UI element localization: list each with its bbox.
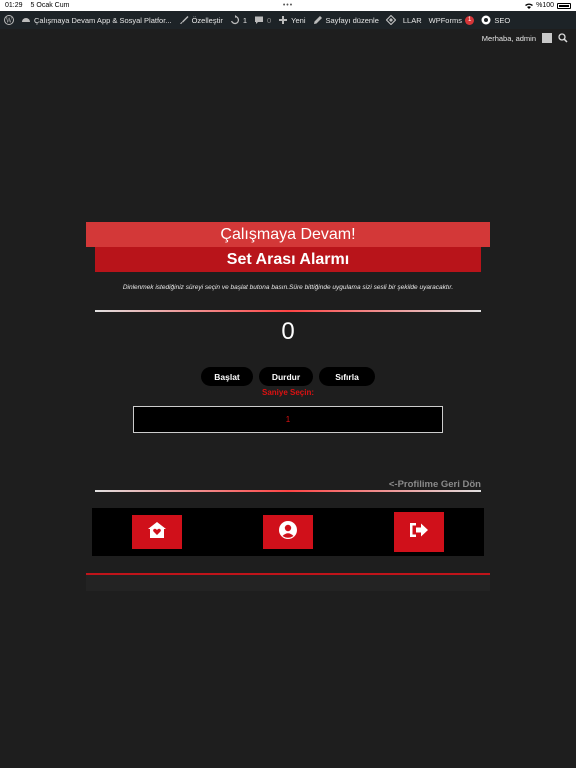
updates-count: 1 <box>242 15 247 25</box>
refresh-icon <box>230 15 240 25</box>
edit-page-label: Sayfayı düzenle <box>325 15 379 25</box>
logout-icon <box>408 521 430 544</box>
updates-link[interactable]: 1 <box>230 15 247 25</box>
avatar[interactable] <box>542 33 552 43</box>
logout-button[interactable] <box>394 512 444 552</box>
comments-link[interactable]: 0 <box>254 15 271 25</box>
llar-link[interactable]: LLAR <box>403 16 422 25</box>
page-subtitle: Set Arası Alarmı <box>226 250 350 268</box>
bottom-nav <box>92 508 484 556</box>
seo-link[interactable]: SEO <box>481 15 510 25</box>
seo-gear-icon <box>481 15 491 25</box>
instructions-text: Dinlenmek istediğiniz süreyi seçin ve ba… <box>122 284 454 291</box>
status-date: 5 Ocak Cum <box>30 2 70 9</box>
home-heart-icon <box>147 521 167 544</box>
brush-icon <box>179 15 189 25</box>
new-content-link[interactable]: Yeni <box>278 15 306 25</box>
wpforms-link[interactable]: WPForms 1 <box>428 15 475 25</box>
seconds-select[interactable]: 1 <box>133 406 443 433</box>
start-button[interactable]: Başlat <box>201 367 253 386</box>
battery-percent: %100 <box>536 2 554 9</box>
plus-icon <box>278 15 288 25</box>
seconds-select-value: 1 <box>285 415 291 424</box>
new-label: Yeni <box>291 15 306 25</box>
dashboard-icon <box>21 15 31 25</box>
wordpress-logo-icon: W <box>4 15 14 25</box>
stop-button[interactable]: Durdur <box>259 367 313 386</box>
battery-icon <box>557 2 571 9</box>
divider-top <box>95 310 481 312</box>
status-time: 01:29 <box>5 2 23 9</box>
wordpress-logo-button[interactable]: W <box>4 15 14 25</box>
search-icon[interactable] <box>558 33 568 43</box>
account-greeting[interactable]: Merhaba, admin <box>482 33 568 43</box>
reset-button[interactable]: Sıfırla <box>319 367 375 386</box>
greeting-label: Merhaba, admin <box>481 33 536 43</box>
diamond-plugin-link[interactable] <box>385 15 396 25</box>
footer-strip <box>86 575 490 591</box>
subtitle-banner: Set Arası Alarmı <box>95 247 481 272</box>
llar-label: LLAR <box>402 15 422 25</box>
diamond-icon <box>385 15 396 25</box>
divider-bottom <box>95 490 481 492</box>
seconds-select-label: Saniye Seçin: <box>261 388 315 397</box>
wifi-icon <box>525 3 534 9</box>
site-name-label: Çalışmaya Devam App & Sosyal Platfor... <box>34 15 172 25</box>
seo-label: SEO <box>494 15 511 25</box>
home-button[interactable] <box>132 515 182 549</box>
profile-button[interactable] <box>263 515 313 549</box>
comment-icon <box>254 15 264 25</box>
edit-page-link[interactable]: Sayfayı düzenle <box>313 15 379 25</box>
title-banner: Çalışmaya Devam! <box>86 222 490 247</box>
timer-controls: Başlat Durdur Sıfırla <box>86 367 490 386</box>
svg-text:W: W <box>6 17 13 24</box>
page-title: Çalışmaya Devam! <box>220 225 356 243</box>
site-name-link[interactable]: Çalışmaya Devam App & Sosyal Platfor... <box>21 15 172 25</box>
user-circle-icon <box>278 520 298 545</box>
wpforms-label: WPForms <box>428 15 462 25</box>
timer-counter: 0 <box>281 318 295 345</box>
comments-count: 0 <box>267 15 272 25</box>
customize-label: Özelleştir <box>191 15 223 25</box>
wp-admin-bar: W Çalışmaya Devam App & Sosyal Platfor..… <box>0 11 576 29</box>
pencil-icon <box>313 15 323 25</box>
customize-link[interactable]: Özelleştir <box>179 15 223 25</box>
multitasking-dots-icon[interactable]: ••• <box>283 2 293 9</box>
status-bar: 01:29 5 Ocak Cum ••• %100 <box>0 0 576 11</box>
wpforms-badge: 1 <box>464 15 475 25</box>
back-to-profile-link[interactable]: <-Profilime Geri Dön <box>86 479 481 490</box>
